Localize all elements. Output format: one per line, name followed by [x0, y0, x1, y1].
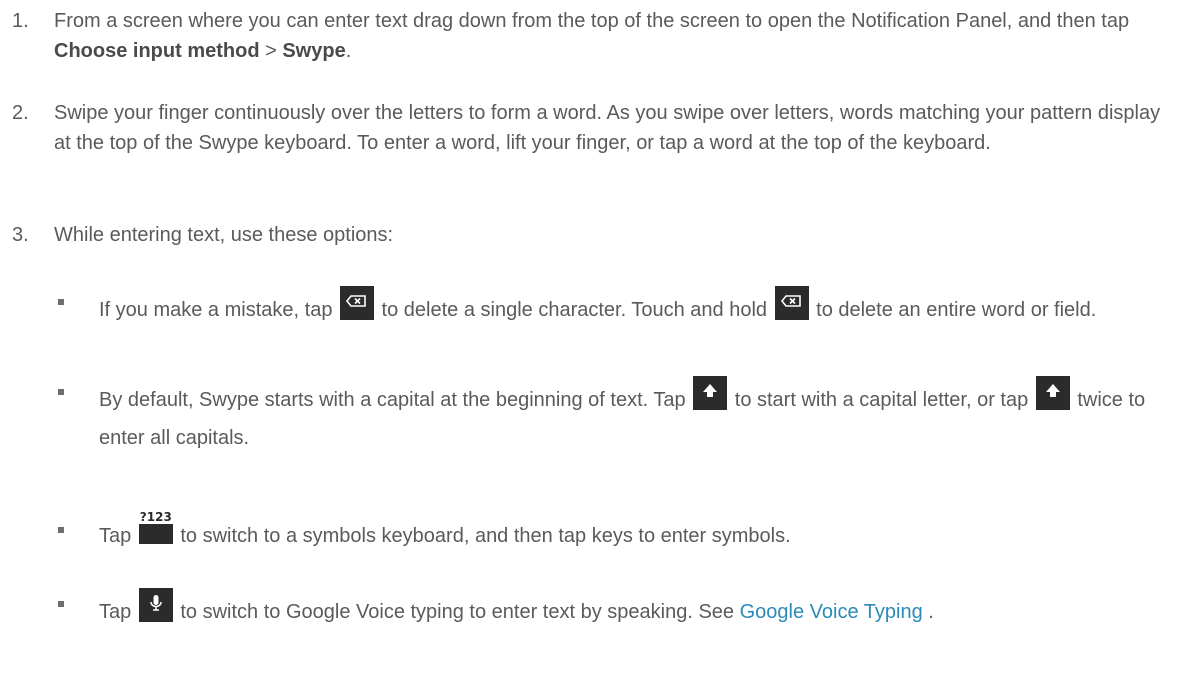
shift-key-icon: [693, 376, 728, 410]
step-number: 3.: [12, 224, 29, 246]
backspace-key-icon: [340, 286, 374, 320]
option-text: By default, Swype starts with a capital …: [99, 376, 1177, 457]
bullet-icon: [58, 389, 64, 395]
microphone-key-icon: [138, 588, 173, 622]
swype-label: Swype: [282, 40, 346, 62]
shift-key-icon: [1035, 376, 1070, 410]
option-text: Tap ?123 to switch to a symbols keyboard…: [99, 510, 791, 547]
option-text: If you make a mistake, tap to delete a s…: [99, 286, 1177, 325]
step-number: 2.: [12, 102, 29, 124]
backspace-key-icon: [774, 286, 809, 320]
bullet-icon: [58, 527, 64, 533]
step-text: From a screen where you can enter text d…: [54, 10, 1130, 62]
google-voice-typing-link[interactable]: Google Voice Typing: [740, 601, 923, 623]
instructions-document: 1. From a screen where you can enter tex…: [0, 0, 1185, 680]
bullet-icon: [58, 299, 64, 305]
bullet-icon: [58, 601, 64, 607]
symbols-key-icon: ?123: [138, 510, 173, 544]
choose-input-method-label: Choose input method: [54, 40, 260, 62]
step-text: While entering text, use these options:: [54, 224, 394, 246]
step-number: 1.: [12, 10, 29, 32]
step-text: Swipe your finger continuously over the …: [54, 102, 1161, 154]
option-text: Tap to switch to Google Voice typing to …: [99, 588, 1177, 629]
